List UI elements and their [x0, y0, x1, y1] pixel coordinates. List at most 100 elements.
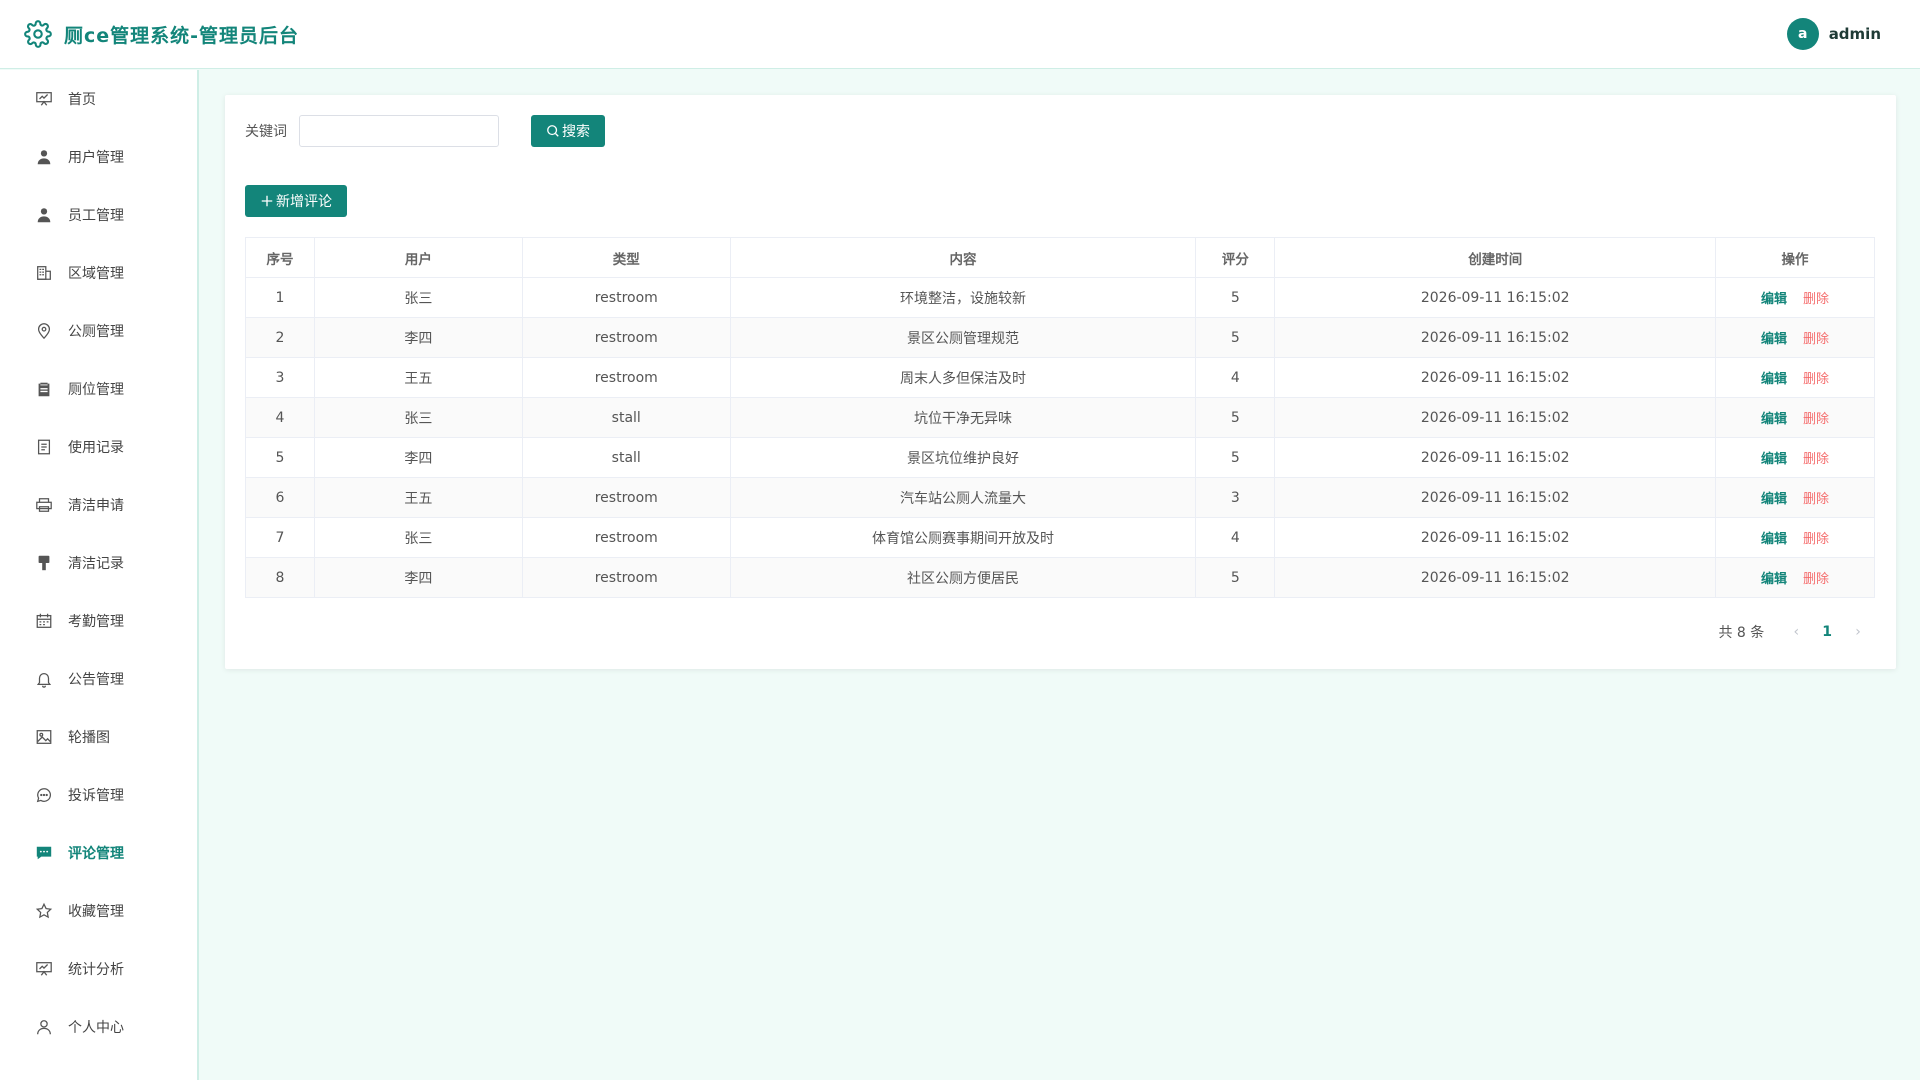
- cell-user: 李四: [313, 317, 523, 358]
- cell-score: 5: [1195, 437, 1276, 478]
- edit-button[interactable]: 编辑: [1761, 288, 1787, 307]
- cell-content: 环境整洁，设施较新: [729, 277, 1197, 318]
- cell-created: 2026-09-11 16:15:02: [1274, 317, 1717, 358]
- sidebar-item-0[interactable]: 首页: [0, 70, 197, 128]
- table-row: 1 张三 restroom 环境整洁，设施较新 5 2026-09-11 16:15:02…: [245, 277, 1875, 318]
- sidebar-item-3[interactable]: 区域管理: [0, 244, 197, 302]
- sidebar-item-11[interactable]: 轮播图: [0, 708, 197, 766]
- cell-type: stall: [521, 397, 731, 438]
- chat-icon: [34, 785, 54, 805]
- cell-type: restroom: [521, 557, 731, 598]
- sidebar-item-13[interactable]: 评论管理: [0, 824, 197, 882]
- cell-created: 2026-09-11 16:15:02: [1274, 517, 1717, 558]
- sidebar-item-5[interactable]: 厕位管理: [0, 360, 197, 418]
- sidebar-item-1[interactable]: 用户管理: [0, 128, 197, 186]
- sidebar-item-6[interactable]: 使用记录: [0, 418, 197, 476]
- cell-content: 景区坑位维护良好: [729, 437, 1197, 478]
- cell-actions: 编辑 删除: [1715, 437, 1875, 478]
- add-comment-button[interactable]: 新增评论: [245, 185, 347, 217]
- sidebar-item-label: 轮播图: [68, 730, 110, 746]
- cell-created: 2026-09-11 16:15:02: [1274, 477, 1717, 518]
- edit-button[interactable]: 编辑: [1761, 488, 1787, 507]
- cell-score: 5: [1195, 317, 1276, 358]
- sidebar-item-label: 首页: [68, 92, 96, 108]
- user-icon: [34, 205, 54, 225]
- edit-button[interactable]: 编辑: [1761, 368, 1787, 387]
- table-row: 2 李四 restroom 景区公厕管理规范 5 2026-09-11 16:15:02 编…: [245, 317, 1875, 358]
- avatar[interactable]: a: [1786, 18, 1819, 50]
- sidebar-item-15[interactable]: 统计分析: [0, 940, 197, 998]
- sidebar-item-14[interactable]: 收藏管理: [0, 882, 197, 940]
- column-header-no: 序号: [245, 237, 315, 278]
- cell-score: 4: [1195, 517, 1276, 558]
- cell-actions: 编辑 删除: [1715, 357, 1875, 398]
- header: 厕ce管理系统-管理员后台 a admin: [0, 0, 1920, 69]
- delete-button[interactable]: 删除: [1803, 288, 1829, 307]
- cell-score: 5: [1195, 397, 1276, 438]
- sidebar-item-9[interactable]: 考勤管理: [0, 592, 197, 650]
- delete-button[interactable]: 删除: [1803, 408, 1829, 427]
- delete-button[interactable]: 删除: [1803, 528, 1829, 547]
- next-page-icon[interactable]: ›: [1848, 624, 1868, 640]
- user-icon: [34, 147, 54, 167]
- cell-user: 李四: [313, 557, 523, 598]
- sidebar-item-8[interactable]: 清洁记录: [0, 534, 197, 592]
- search-button[interactable]: 搜索: [531, 115, 605, 147]
- cell-user: 王五: [313, 357, 523, 398]
- cell-no: 6: [245, 477, 315, 518]
- prev-page-icon[interactable]: ‹: [1786, 624, 1806, 640]
- delete-button[interactable]: 删除: [1803, 448, 1829, 467]
- cell-actions: 编辑 删除: [1715, 557, 1875, 598]
- page-number[interactable]: 1: [1822, 624, 1832, 640]
- brush-icon: [34, 553, 54, 573]
- sidebar-item-7[interactable]: 清洁申请: [0, 476, 197, 534]
- column-header-content: 内容: [729, 237, 1197, 278]
- user-menu[interactable]: a admin: [1786, 18, 1881, 50]
- cell-content: 坑位干净无异味: [729, 397, 1197, 438]
- printer-icon: [34, 495, 54, 515]
- cell-actions: 编辑 删除: [1715, 397, 1875, 438]
- edit-button[interactable]: 编辑: [1761, 568, 1787, 587]
- cell-user: 张三: [313, 517, 523, 558]
- cell-created: 2026-09-11 16:15:02: [1274, 357, 1717, 398]
- sidebar-item-label: 清洁记录: [68, 556, 124, 572]
- cell-user: 李四: [313, 437, 523, 478]
- search-input[interactable]: [299, 115, 499, 147]
- edit-button[interactable]: 编辑: [1761, 448, 1787, 467]
- cell-type: restroom: [521, 477, 731, 518]
- cell-score: 4: [1195, 357, 1276, 398]
- sidebar-item-label: 使用记录: [68, 440, 124, 456]
- cell-content: 社区公厕方便居民: [729, 557, 1197, 598]
- delete-button[interactable]: 删除: [1803, 328, 1829, 347]
- cell-user: 王五: [313, 477, 523, 518]
- delete-button[interactable]: 删除: [1803, 488, 1829, 507]
- sidebar-item-label: 公厕管理: [68, 324, 124, 340]
- column-header-score: 评分: [1195, 237, 1276, 278]
- sidebar-item-10[interactable]: 公告管理: [0, 650, 197, 708]
- presentation-icon: [34, 959, 54, 979]
- cell-actions: 编辑 删除: [1715, 517, 1875, 558]
- bell-icon: [34, 669, 54, 689]
- delete-button[interactable]: 删除: [1803, 368, 1829, 387]
- edit-button[interactable]: 编辑: [1761, 408, 1787, 427]
- sidebar-item-16[interactable]: 个人中心: [0, 998, 197, 1056]
- table-row: 3 王五 restroom 周末人多但保洁及时 4 2026-09-11 16:15:02…: [245, 357, 1875, 398]
- delete-button[interactable]: 删除: [1803, 568, 1829, 587]
- cell-no: 7: [245, 517, 315, 558]
- edit-button[interactable]: 编辑: [1761, 528, 1787, 547]
- sidebar-item-label: 清洁申请: [68, 498, 124, 514]
- sidebar-item-2[interactable]: 员工管理: [0, 186, 197, 244]
- cell-type: restroom: [521, 357, 731, 398]
- table-row: 7 张三 restroom 体育馆公厕赛事期间开放及时 4 2026-09-11 16:1…: [245, 517, 1875, 558]
- calendar-icon: [34, 611, 54, 631]
- picture-icon: [34, 727, 54, 747]
- sidebar-item-4[interactable]: 公厕管理: [0, 302, 197, 360]
- location-icon: [34, 321, 54, 341]
- edit-button[interactable]: 编辑: [1761, 328, 1787, 347]
- username[interactable]: admin: [1829, 25, 1881, 43]
- sidebar-item-12[interactable]: 投诉管理: [0, 766, 197, 824]
- user-outline-icon: [34, 1017, 54, 1037]
- keyword-label: 关键词: [245, 124, 287, 140]
- cell-actions: 编辑 删除: [1715, 477, 1875, 518]
- cell-actions: 编辑 删除: [1715, 317, 1875, 358]
